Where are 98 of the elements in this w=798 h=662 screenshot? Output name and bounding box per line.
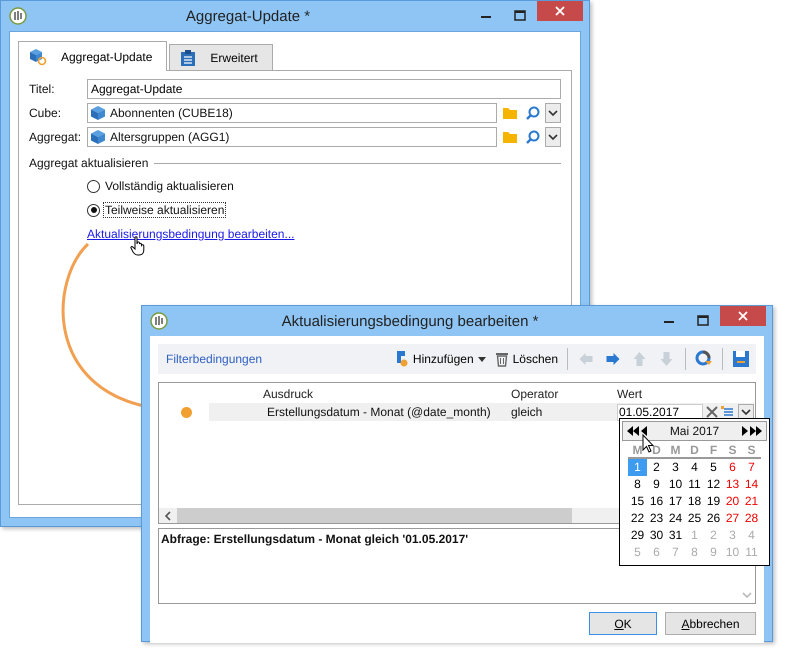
toolbar-title: Filterbedingungen <box>166 352 262 366</box>
dropdown-button[interactable] <box>545 126 561 146</box>
input-field[interactable]: Abonnenten (CUBE18) <box>87 102 497 122</box>
calendar-day[interactable]: 22 <box>628 510 647 527</box>
calendar-day[interactable]: 7 <box>742 459 761 476</box>
search-icon[interactable] <box>525 128 541 144</box>
delete-button[interactable]: Löschen <box>492 351 560 367</box>
table-cell: Erstellungsdatum - Monat (@date_month) <box>209 403 511 421</box>
calendar-day[interactable]: 3 <box>666 459 685 476</box>
status-dot <box>181 406 192 418</box>
radio-label[interactable]: Vollständig aktualisieren <box>103 178 236 194</box>
caret-icon <box>478 356 486 362</box>
dropdown-button[interactable] <box>545 102 561 122</box>
calendar-day[interactable]: 13 <box>723 476 742 493</box>
calendar-day[interactable]: 27 <box>723 510 742 527</box>
close-icon <box>737 310 749 322</box>
weekday-label: D <box>689 443 700 457</box>
calendar-day[interactable]: 6 <box>723 459 742 476</box>
search-icon[interactable] <box>525 104 541 120</box>
clipboard-icon <box>180 48 196 66</box>
window-title: Aggregat-Update * <box>184 8 312 24</box>
maximize-icon[interactable] <box>697 315 709 327</box>
tab[interactable]: Erweitert <box>169 44 273 70</box>
weekday-label: S <box>746 443 756 457</box>
field-label: Aggregat: <box>29 130 82 144</box>
calendar-day[interactable]: 24 <box>666 510 685 527</box>
app-icon <box>9 7 27 25</box>
calendar-day[interactable]: 23 <box>647 510 666 527</box>
last-icon[interactable] <box>750 426 762 436</box>
calendar-day[interactable]: 30 <box>647 527 666 544</box>
chevron-down-icon <box>741 408 751 416</box>
right-arrow-icon[interactable] <box>604 351 622 367</box>
weekday-label: F <box>708 443 718 457</box>
link[interactable]: Aktualisierungsbedingung bearbeiten... <box>87 227 294 241</box>
column-header: Operator <box>511 387 560 401</box>
cube-icon <box>90 104 106 120</box>
field-label: Titel: <box>29 82 56 96</box>
column-header: Wert <box>617 387 642 401</box>
calendar-day[interactable]: 5 <box>704 459 723 476</box>
input-field[interactable]: Aggregat-Update <box>87 78 561 98</box>
app-icon <box>150 312 168 330</box>
first-icon[interactable] <box>627 426 639 436</box>
close-button[interactable] <box>537 1 583 21</box>
calendar-day[interactable]: 16 <box>647 493 666 510</box>
section-heading: Aggregat aktualisieren <box>29 156 148 170</box>
query-text: Abfrage: Erstellungsdatum - Monat gleich '01.05.2017' <box>161 532 468 546</box>
calendar-day[interactable]: 19 <box>704 493 723 510</box>
dialog-button[interactable]: Abbrechen <box>665 612 756 635</box>
next-icon[interactable] <box>742 426 748 436</box>
radio-label[interactable]: Teilweise aktualisieren <box>103 202 226 218</box>
calendar-day[interactable]: 29 <box>628 527 647 544</box>
calendar-day[interactable]: 20 <box>723 493 742 510</box>
radio-button[interactable] <box>87 180 100 192</box>
previous-icon[interactable] <box>641 426 647 436</box>
calendar-day[interactable]: 12 <box>704 476 723 493</box>
calendar-day[interactable]: 2 <box>647 459 666 476</box>
calendar-day[interactable]: 26 <box>704 510 723 527</box>
month-label: Mai 2017 <box>668 424 720 438</box>
calendar-day[interactable]: 8 <box>628 476 647 493</box>
field-label: Cube: <box>29 106 62 120</box>
calendar-day[interactable]: 11 <box>685 476 704 493</box>
calendar-day[interactable]: 18 <box>685 493 704 510</box>
column-header: Ausdruck <box>263 387 314 401</box>
calendar-day[interactable]: 21 <box>742 493 761 510</box>
weekday-label: S <box>727 443 738 457</box>
calendar-day[interactable]: 9 <box>647 476 666 493</box>
calendar-day[interactable]: 31 <box>666 527 685 544</box>
tab[interactable]: Aggregat-Update <box>18 41 168 71</box>
close-icon <box>554 5 566 17</box>
window-title: Aktualisierungsbedingung bearbeiten * <box>280 312 540 330</box>
calendar-day[interactable]: 28 <box>742 510 761 527</box>
pie-filter-icon[interactable] <box>695 350 713 368</box>
calendar-day[interactable]: 10 <box>666 476 685 493</box>
close-button[interactable] <box>720 306 766 326</box>
weekday-label: M <box>670 443 682 457</box>
calendar-day[interactable]: 25 <box>685 510 704 527</box>
scroll-left-icon[interactable] <box>164 510 172 520</box>
trash-icon <box>494 351 509 367</box>
cube-icon <box>90 128 106 144</box>
chevron-down-icon <box>548 132 558 140</box>
weekday-label: M <box>632 443 644 457</box>
table-cell: gleich <box>511 403 617 421</box>
save-icon[interactable] <box>732 350 750 368</box>
input-field[interactable]: Altersgruppen (AGG1) <box>87 126 497 146</box>
add-button[interactable]: Hinzufügen <box>390 350 488 368</box>
clear-icon[interactable] <box>706 406 718 418</box>
calendar-day[interactable]: 4 <box>685 459 704 476</box>
cube-icon <box>29 48 47 66</box>
list-icon[interactable] <box>721 406 733 418</box>
chevron-down-icon <box>548 108 558 116</box>
calendar-day[interactable]: 14 <box>742 476 761 493</box>
dialog-button[interactable]: OK <box>589 612 657 635</box>
calendar-day[interactable]: 15 <box>628 493 647 510</box>
arrow-cursor-icon <box>642 434 654 453</box>
radio-button[interactable] <box>87 204 100 216</box>
weekday-label: D <box>651 443 662 457</box>
maximize-icon[interactable] <box>514 10 526 22</box>
calendar-day[interactable]: 17 <box>666 493 685 510</box>
